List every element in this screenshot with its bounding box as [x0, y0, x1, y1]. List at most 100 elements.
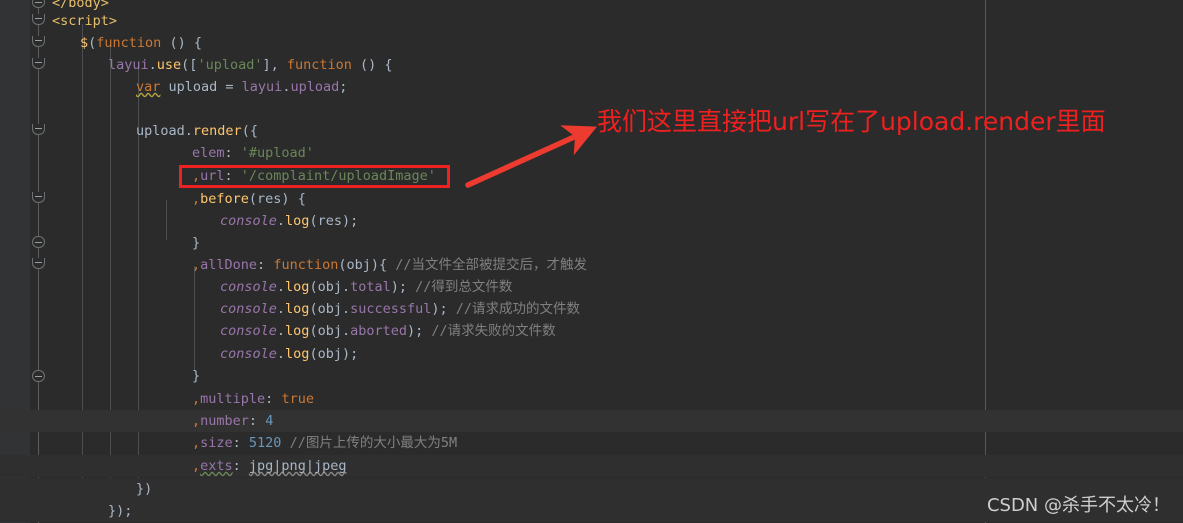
- code-line-text: elem: '#upload': [0, 142, 314, 164]
- code-line-text: ,allDone: function(obj){ //当文件全部被提交后，才触发: [0, 254, 587, 276]
- code-token: }: [192, 235, 201, 251]
- code-token: log: [285, 213, 310, 229]
- code-token: });: [108, 503, 133, 519]
- code-line-text: console.log(obj);: [0, 343, 358, 365]
- code-token: aborted: [350, 323, 407, 339]
- code-token: <script>: [52, 13, 118, 29]
- code-token: :: [232, 435, 249, 451]
- code-token: ,: [192, 435, 201, 451]
- code-line[interactable]: ,before(res) {: [0, 188, 1183, 210]
- code-token: (obj.: [309, 323, 351, 339]
- code-token: render: [192, 123, 242, 139]
- code-token: log: [285, 323, 310, 339]
- code-token: console: [220, 301, 277, 317]
- code-token: (obj.: [309, 279, 351, 295]
- code-token: upload =: [160, 79, 242, 95]
- code-token: console: [220, 213, 277, 229]
- code-line[interactable]: console.log(obj.successful); //请求成功的文件数: [0, 298, 1183, 320]
- code-token: console: [220, 346, 277, 362]
- csdn-watermark: CSDN @杀手不太冷！: [986, 495, 1170, 516]
- code-token: 5120: [248, 435, 282, 451]
- code-line[interactable]: console.log(obj.aborted); //请求失败的文件数: [0, 320, 1183, 342]
- code-line[interactable]: <script>: [0, 10, 1183, 32]
- code-token: ,: [192, 458, 201, 474]
- code-line[interactable]: console.log(res);: [0, 210, 1183, 232]
- code-line[interactable]: console.log(obj.total); //得到总文件数: [0, 276, 1183, 298]
- code-token: elem: [192, 145, 225, 161]
- code-token: (res) {: [248, 191, 306, 207]
- code-token: //图片上传的大小最大为5M: [289, 435, 458, 451]
- code-line[interactable]: elem: '#upload': [0, 142, 1183, 164]
- code-token: );: [390, 279, 416, 295]
- code-token: );: [431, 301, 456, 317]
- code-token: layui: [241, 79, 283, 95]
- code-line-text: }: [0, 232, 200, 254]
- code-token: .: [148, 57, 157, 73]
- code-line-text: }): [0, 478, 152, 500]
- code-line[interactable]: ,allDone: function(obj){ //当文件全部被提交后，才触发: [0, 254, 1183, 276]
- code-token: (obj){: [338, 257, 396, 273]
- code-token: upload: [290, 79, 340, 95]
- code-token: ([: [181, 57, 198, 73]
- code-token: }: [192, 368, 201, 384]
- code-token: :: [265, 391, 282, 407]
- code-token: log: [285, 301, 310, 317]
- code-token: .: [276, 323, 286, 339]
- code-token: (res);: [309, 213, 359, 229]
- code-token: 4: [265, 413, 274, 429]
- code-token: function: [273, 257, 339, 273]
- code-line[interactable]: console.log(obj);: [0, 343, 1183, 365]
- code-token: ,: [192, 168, 201, 184]
- code-token: total: [350, 279, 391, 295]
- code-token: multiple: [200, 391, 266, 407]
- code-line[interactable]: $(function () {: [0, 32, 1183, 54]
- code-line[interactable]: ,url: '/complaint/uploadImage': [0, 165, 1183, 187]
- code-token: upload.: [136, 123, 193, 139]
- code-line-text: console.log(obj.total); //得到总文件数: [0, 276, 512, 298]
- code-token: before: [200, 191, 249, 207]
- code-token: .: [276, 279, 286, 295]
- code-line-text: ,number: 4: [0, 410, 273, 432]
- code-line-text: ,before(res) {: [0, 188, 306, 210]
- code-token: ,: [192, 413, 201, 429]
- code-token: log: [285, 346, 310, 362]
- code-token: true: [281, 391, 314, 407]
- code-line-text: <script>: [0, 10, 117, 32]
- code-line-text: $(function () {: [0, 32, 202, 54]
- code-line-text: ,multiple: true: [0, 388, 314, 410]
- code-line-text: ,size: 5120 //图片上传的大小最大为5M: [0, 432, 457, 454]
- code-token: $: [80, 35, 89, 51]
- code-line[interactable]: ,size: 5120 //图片上传的大小最大为5M: [0, 432, 1183, 454]
- code-token: successful: [350, 301, 432, 317]
- code-token: ;: [339, 79, 348, 95]
- code-line[interactable]: }: [0, 365, 1183, 387]
- code-line[interactable]: layui.use(['upload'], function () {: [0, 54, 1183, 76]
- code-token: :: [257, 257, 274, 273]
- code-text-area[interactable]: </body> <script> $(function () {layui.use(…: [0, 0, 1183, 523]
- code-line[interactable]: var upload = layui.upload;: [0, 76, 1183, 98]
- code-token: () {: [351, 57, 393, 73]
- code-token: (obj);: [309, 346, 359, 362]
- code-line-text: ,url: '/complaint/uploadImage': [0, 165, 436, 187]
- code-token: :: [224, 145, 241, 161]
- code-token: .: [276, 213, 286, 229]
- code-line-text: console.log(obj.aborted); //请求失败的文件数: [0, 320, 556, 342]
- code-line[interactable]: ,exts: jpg|png|jpeg: [0, 455, 1183, 477]
- code-line[interactable]: ,number: 4: [0, 410, 1183, 432]
- code-line[interactable]: ,multiple: true: [0, 388, 1183, 410]
- code-token: :: [224, 168, 241, 184]
- code-token: () {: [161, 35, 202, 51]
- code-token: ,: [192, 391, 201, 407]
- code-token: url: [200, 168, 225, 184]
- code-token: function: [96, 35, 162, 51]
- annotation-note: 我们这里直接把url写在了upload.render里面: [597, 107, 1106, 136]
- editor-screenshot: </body> <script> $(function () {layui.use(…: [0, 0, 1183, 523]
- code-token: );: [406, 323, 432, 339]
- code-token: ,: [192, 257, 201, 273]
- code-token: size: [200, 435, 233, 451]
- code-token: //得到总文件数: [415, 279, 513, 295]
- code-token: ({: [241, 123, 258, 139]
- code-token: :: [248, 413, 266, 429]
- code-line-text: console.log(obj.successful); //请求成功的文件数: [0, 298, 580, 320]
- code-line[interactable]: }: [0, 232, 1183, 254]
